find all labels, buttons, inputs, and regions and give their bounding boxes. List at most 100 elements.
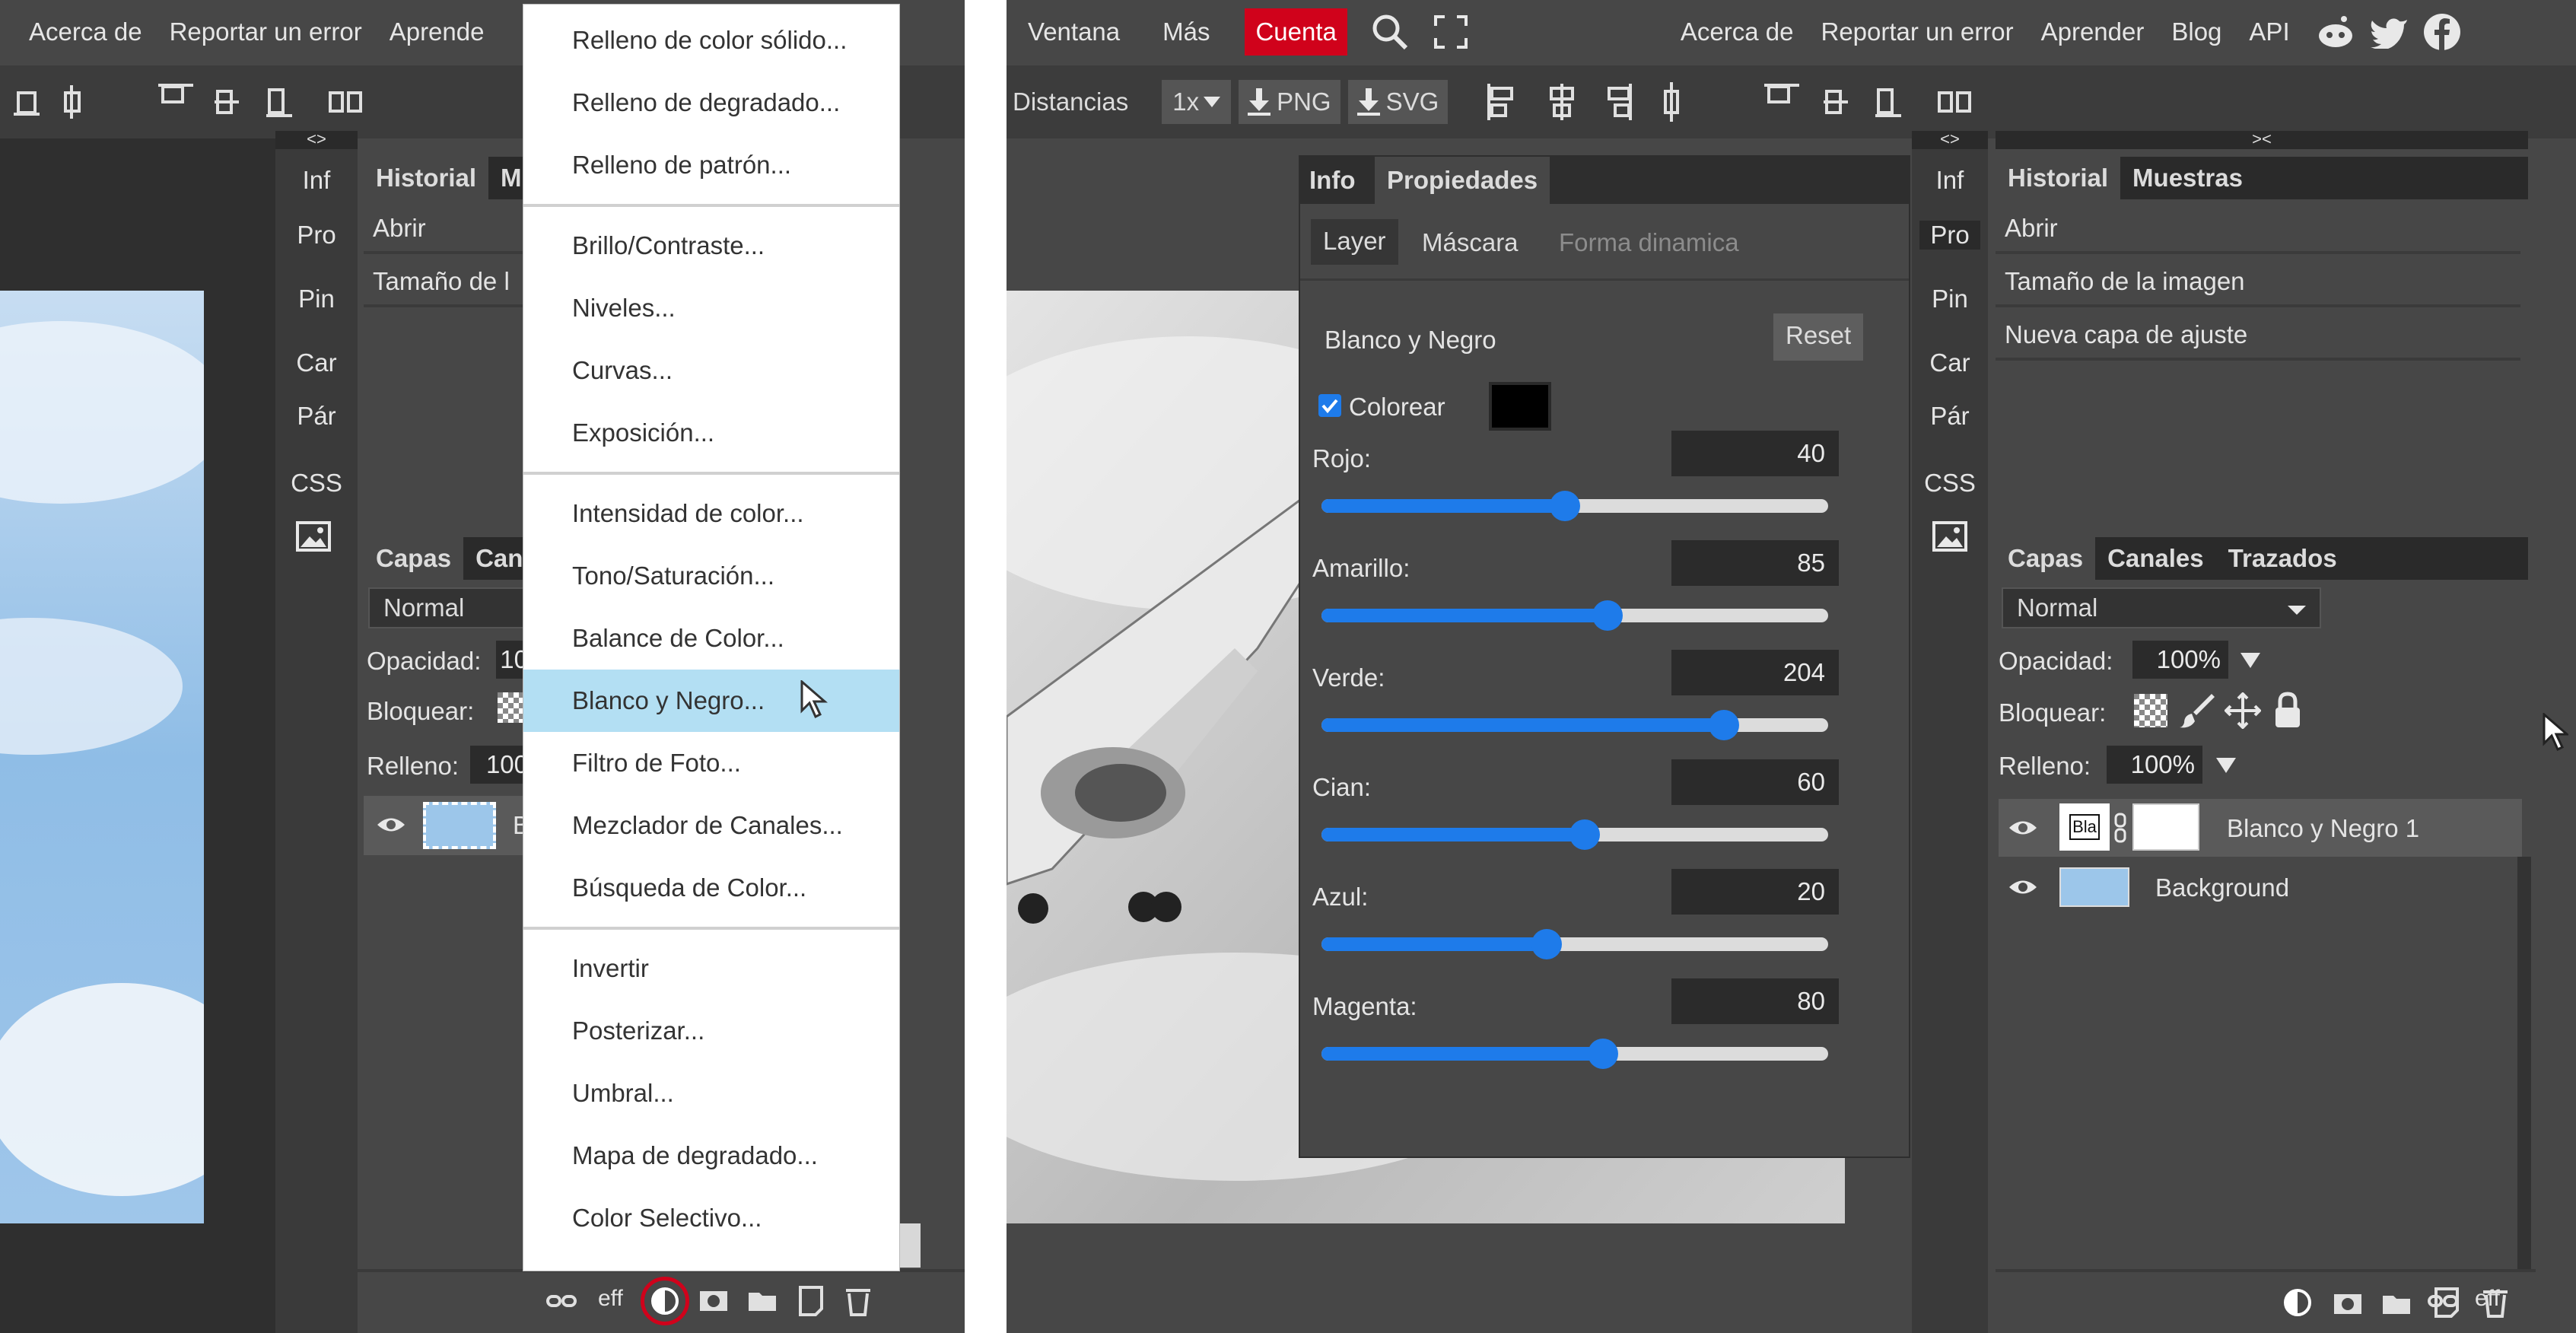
nav-acerca[interactable]: Acerca de xyxy=(1681,17,1794,46)
collapse-toggle[interactable]: <> xyxy=(1912,131,1988,149)
slider-value-input[interactable]: 60 xyxy=(1671,759,1839,805)
new-layer-icon[interactable] xyxy=(794,1284,828,1318)
nav-reportar[interactable]: Reportar un error xyxy=(170,17,362,46)
menu-item[interactable]: Intensidad de color... xyxy=(523,482,899,545)
scrollbar[interactable] xyxy=(2517,857,2531,1272)
slider-value-input[interactable]: 85 xyxy=(1671,540,1839,586)
sidebar-car[interactable]: Car xyxy=(275,348,358,377)
menu-item[interactable]: Filtro de Foto... xyxy=(523,732,899,794)
fill-input[interactable]: 100% xyxy=(2107,746,2202,784)
align-icons[interactable] xyxy=(1486,79,1973,125)
tab-propiedades[interactable]: Propiedades xyxy=(1375,157,1550,204)
sidebar-css[interactable]: CSS xyxy=(1912,469,1988,498)
tab-canales[interactable]: Canales xyxy=(2095,537,2216,580)
layer-row[interactable]: Bla Blanco y Negro 1 xyxy=(1999,799,2522,857)
slider-value-input[interactable]: 80 xyxy=(1671,978,1839,1024)
slider-handle[interactable] xyxy=(1588,1039,1618,1069)
tab-capas[interactable]: Capas xyxy=(364,537,464,580)
menu-item[interactable]: Tono/Saturación... xyxy=(523,545,899,607)
menu-item[interactable]: Color Selectivo... xyxy=(523,1187,899,1249)
sidebar-pro[interactable]: Pro xyxy=(275,221,358,250)
nav-cuenta[interactable]: Cuenta xyxy=(1245,8,1347,56)
new-layer-icon[interactable] xyxy=(2430,1286,2463,1319)
adjustment-layer-icon[interactable] xyxy=(641,1277,689,1325)
history-item[interactable]: Abrir xyxy=(1996,205,2520,254)
reset-button[interactable]: Reset xyxy=(1773,313,1864,361)
subtab-mascara[interactable]: Máscara xyxy=(1422,228,1519,257)
slider-handle[interactable] xyxy=(1709,710,1739,740)
fill-dropdown-icon[interactable] xyxy=(2216,758,2236,773)
fullscreen-icon[interactable] xyxy=(1431,12,1471,52)
mask-icon[interactable] xyxy=(697,1286,730,1316)
nav-aprender[interactable]: Aprender xyxy=(2041,17,2145,46)
tint-color-swatch[interactable] xyxy=(1489,382,1551,431)
slider-track[interactable] xyxy=(1321,710,1828,740)
tab-trazados[interactable]: Trazados xyxy=(2216,537,2349,580)
align-icons[interactable] xyxy=(11,79,376,125)
image-icon[interactable] xyxy=(291,519,336,554)
facebook-icon[interactable] xyxy=(2421,11,2463,53)
nav-reportar[interactable]: Reportar un error xyxy=(1821,17,2013,46)
sidebar-car[interactable]: Car xyxy=(1912,348,1988,377)
history-item[interactable]: Tamaño de l xyxy=(364,259,531,307)
slider-handle[interactable] xyxy=(1531,929,1562,959)
adjustment-layer-icon[interactable] xyxy=(2281,1286,2314,1319)
slider-value-input[interactable]: 20 xyxy=(1671,869,1839,915)
eye-icon[interactable] xyxy=(2006,872,2040,902)
menu-item[interactable]: Relleno de patrón... xyxy=(523,134,899,196)
canvas-area[interactable] xyxy=(0,138,275,1333)
folder-icon[interactable] xyxy=(2380,1289,2413,1319)
layer-row[interactable]: B xyxy=(364,796,531,855)
tab-historial[interactable]: Historial xyxy=(1996,157,2121,199)
slider-track[interactable] xyxy=(1321,1039,1828,1069)
menu-item[interactable]: Invertir xyxy=(523,937,899,1000)
slider-track[interactable] xyxy=(1321,819,1828,850)
nav-ventana[interactable]: Ventana xyxy=(1028,17,1120,46)
slider-track[interactable] xyxy=(1321,491,1828,521)
slider-track[interactable] xyxy=(1321,600,1828,631)
history-item[interactable]: Nueva capa de ajuste xyxy=(1996,312,2520,361)
mask-icon[interactable] xyxy=(2331,1289,2365,1319)
sidebar-pin[interactable]: Pin xyxy=(1912,285,1988,313)
menu-item[interactable]: Brillo/Contraste... xyxy=(523,215,899,277)
nav-mas[interactable]: Más xyxy=(1162,17,1210,46)
slider-value-input[interactable]: 40 xyxy=(1671,431,1839,476)
export-png-button[interactable]: PNG xyxy=(1239,80,1340,124)
subtab-forma[interactable]: Forma dinamica xyxy=(1559,228,1739,257)
menu-item[interactable]: Niveles... xyxy=(523,277,899,339)
collapse-toggle-right[interactable]: >< xyxy=(1996,131,2528,149)
menu-item[interactable]: Exposición... xyxy=(523,402,899,464)
subtab-layer[interactable]: Layer xyxy=(1311,219,1398,265)
slider-track[interactable] xyxy=(1321,929,1828,959)
menu-item[interactable]: Posterizar... xyxy=(523,1000,899,1062)
sidebar-par[interactable]: Pár xyxy=(275,402,358,431)
lock-transparency-icon[interactable] xyxy=(2134,694,2167,727)
tab-info[interactable]: Info xyxy=(1309,166,1355,195)
sidebar-pin[interactable]: Pin xyxy=(275,285,358,313)
menu-item[interactable]: Curvas... xyxy=(523,339,899,402)
menu-item[interactable]: Relleno de color sólido... xyxy=(523,9,899,72)
nav-acerca[interactable]: Acerca de xyxy=(29,17,142,46)
lock-move-icon[interactable] xyxy=(2224,691,2262,730)
nav-api[interactable]: API xyxy=(2249,17,2289,46)
trash-icon[interactable] xyxy=(841,1283,875,1319)
nav-aprende[interactable]: Aprende xyxy=(390,17,485,46)
trash-icon[interactable] xyxy=(2479,1284,2512,1321)
twitter-icon[interactable] xyxy=(2368,11,2410,53)
menu-item[interactable]: Búsqueda de Color... xyxy=(523,857,899,919)
scale-select[interactable]: 1x xyxy=(1162,80,1232,124)
lock-paint-icon[interactable] xyxy=(2178,691,2216,730)
layer-row[interactable]: Background xyxy=(1999,858,2522,916)
search-icon[interactable] xyxy=(1369,11,1411,53)
effects-button[interactable]: eff xyxy=(598,1286,623,1312)
opacity-input[interactable]: 100% xyxy=(2132,641,2228,679)
sidebar-par[interactable]: Pár xyxy=(1912,402,1988,431)
slider-value-input[interactable]: 204 xyxy=(1671,650,1839,695)
slider-handle[interactable] xyxy=(1592,600,1623,631)
nav-blog[interactable]: Blog xyxy=(2171,17,2221,46)
sidebar-inf[interactable]: Inf xyxy=(1912,166,1988,195)
mask-link-icon[interactable] xyxy=(2113,811,2128,845)
fill-input[interactable]: 100 xyxy=(470,746,531,784)
menu-item[interactable]: Mapa de degradado... xyxy=(523,1125,899,1187)
lock-transparency-icon[interactable] xyxy=(498,692,525,723)
